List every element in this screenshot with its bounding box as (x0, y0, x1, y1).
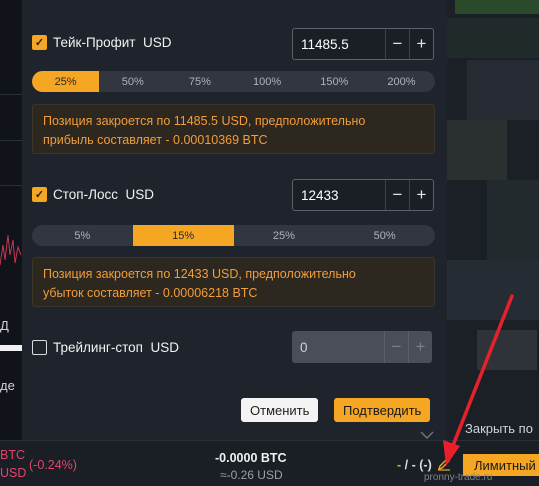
position-symbol-base: BTC (0, 448, 25, 462)
background-letter: де (0, 378, 15, 393)
pencil-edit-icon[interactable] (437, 457, 451, 471)
stop-loss-percent-selector: 5% 15% 25% 50% (32, 225, 435, 246)
confirm-button[interactable]: Подтвердить (334, 398, 431, 422)
pnl-btc: -0.0000 BTC (215, 451, 287, 465)
trailing-stop-label: Трейлинг-стоп USD (53, 340, 179, 355)
take-profit-option-150[interactable]: 150% (301, 71, 368, 92)
background-letter: Д (0, 318, 9, 333)
take-profit-message-line: Позиция закроется по 11485.5 USD, предпо… (43, 114, 366, 128)
take-profit-option-25[interactable]: 25% (32, 71, 100, 92)
mini-chart-icon (0, 234, 22, 266)
stop-loss-option-25[interactable]: 25% (234, 225, 335, 246)
trailing-stop-input[interactable]: 0 − + (292, 331, 432, 363)
stop-loss-input[interactable]: 12433 − + (292, 179, 434, 211)
take-profit-input[interactable]: 11485.5 − + (292, 28, 434, 60)
trailing-stop-decrement-button[interactable]: − (384, 331, 408, 363)
trailing-stop-value[interactable]: 0 (292, 331, 384, 363)
take-profit-label: Тейк-Профит USD (53, 35, 172, 50)
trailing-stop-checkbox[interactable] (32, 340, 47, 355)
trailing-stop-increment-button[interactable]: + (408, 331, 432, 363)
stop-loss-value[interactable]: 12433 (293, 180, 385, 210)
trailing-stop-row: Трейлинг-стоп USD (32, 340, 179, 355)
take-profit-value[interactable]: 11485.5 (293, 29, 385, 59)
take-profit-option-75[interactable]: 75% (166, 71, 233, 92)
pnl-percent: (-0.24%) (29, 458, 77, 472)
stop-loss-option-15[interactable]: 15% (132, 225, 234, 246)
tp-sl-summary[interactable]: - / - (-) (397, 458, 432, 472)
take-profit-percent-selector: 25% 50% 75% 100% 150% 200% (32, 71, 435, 92)
pnl-usd: ≈-0.26 USD (220, 468, 283, 482)
stop-loss-message: Позиция закроется по 12433 USD, предполо… (32, 257, 435, 307)
trailing-value: (-) (415, 458, 432, 472)
stop-loss-option-50[interactable]: 50% (334, 225, 435, 246)
stop-loss-increment-button[interactable]: + (409, 180, 433, 210)
tp-sl-modal: ✓ Тейк-Профит USD 11485.5 − + 25% 50% 75… (22, 0, 447, 440)
take-profit-option-100[interactable]: 100% (234, 71, 301, 92)
background-bar (0, 345, 22, 351)
take-profit-checkbox[interactable]: ✓ (32, 35, 47, 50)
take-profit-increment-button[interactable]: + (409, 29, 433, 59)
take-profit-message: Позиция закроется по 11485.5 USD, предпо… (32, 104, 435, 154)
background-left-panel: Д де (0, 0, 22, 440)
chevron-down-icon[interactable] (420, 430, 434, 440)
stop-loss-checkbox[interactable]: ✓ (32, 187, 47, 202)
take-profit-decrement-button[interactable]: − (385, 29, 409, 59)
watermark: pronny-trade.ru (424, 472, 493, 483)
divider (0, 94, 22, 95)
cancel-button[interactable]: Отменить (241, 398, 319, 422)
take-profit-message-line: прибыль составляет - 0.00010369 BTC (43, 133, 268, 147)
tp-sl-separator: / (401, 458, 412, 472)
stop-loss-option-5[interactable]: 5% (32, 225, 133, 246)
stop-loss-row: ✓ Стоп-Лосс USD (32, 187, 154, 202)
stop-loss-message-line: убыток составляет - 0.00006218 BTC (43, 286, 258, 300)
take-profit-option-50[interactable]: 50% (99, 71, 166, 92)
take-profit-row: ✓ Тейк-Профит USD (32, 35, 172, 50)
divider (0, 140, 22, 141)
stop-loss-decrement-button[interactable]: − (385, 180, 409, 210)
close-position-text: Закрыть по (465, 421, 533, 436)
stop-loss-message-line: Позиция закроется по 12433 USD, предполо… (43, 267, 356, 281)
stop-loss-label: Стоп-Лосс USD (53, 187, 154, 202)
divider (0, 185, 22, 186)
position-symbol-quote: USD (0, 466, 27, 480)
take-profit-option-200[interactable]: 200% (368, 71, 435, 92)
background-right-panel (447, 0, 539, 440)
